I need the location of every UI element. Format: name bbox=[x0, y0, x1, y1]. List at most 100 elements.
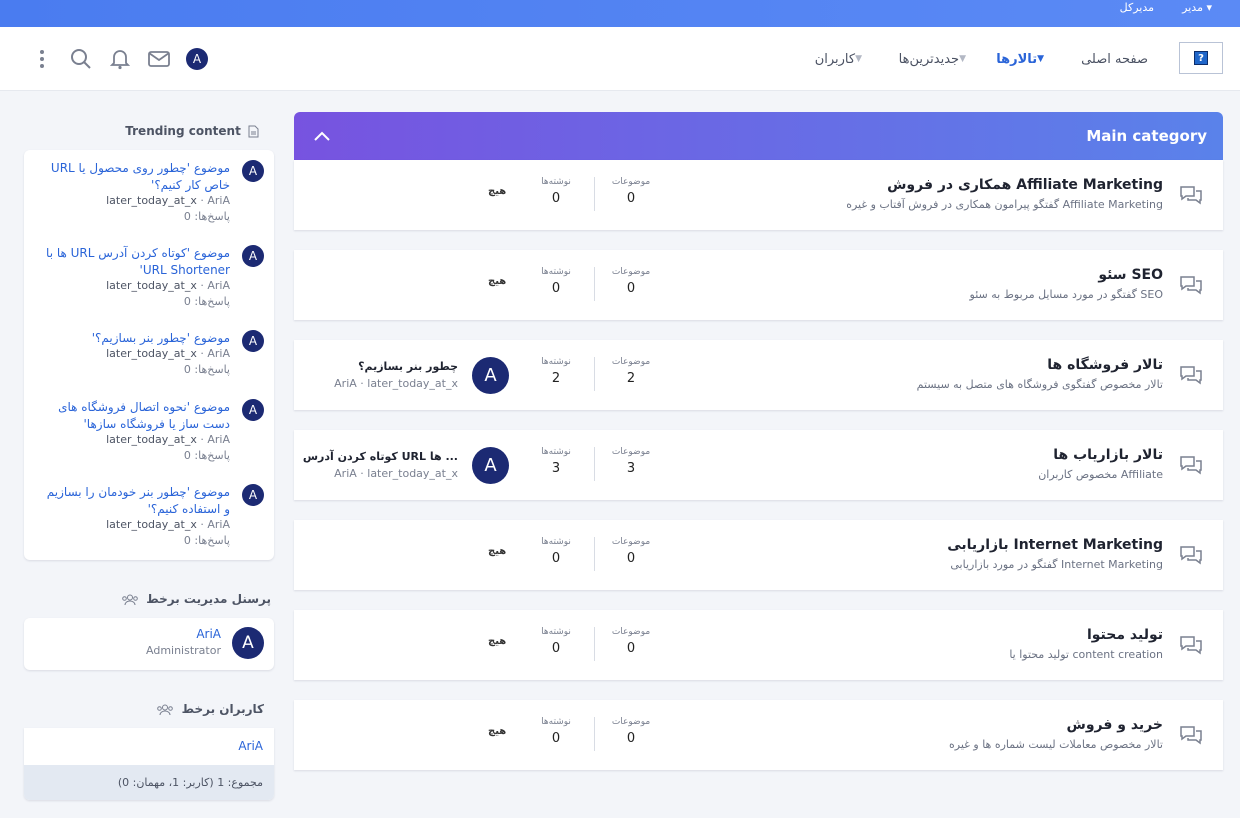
trending-time: later_today_at_x bbox=[106, 194, 197, 207]
chevron-down-icon[interactable]: ▼ bbox=[959, 54, 966, 64]
posts-label: نوشته‌ها bbox=[541, 717, 571, 727]
last-post-title-link[interactable]: چطور بنر بسازیم؟ bbox=[358, 360, 458, 373]
bell-icon[interactable] bbox=[108, 47, 132, 71]
forum-row[interactable]: تالار فروشگاه ها تالار مخصوص گفتگوی فروشگ… bbox=[294, 340, 1223, 410]
posts-label: نوشته‌ها bbox=[541, 177, 571, 187]
posts-stat: نوشته‌ها 0 bbox=[521, 627, 591, 656]
trending-author[interactable]: AriA bbox=[207, 194, 230, 207]
forum-row[interactable]: تولید محتوا تولید محتوا یا content creati… bbox=[294, 610, 1223, 680]
forum-row[interactable]: سئو SEO گفتگو در مورد مسایل مربوط به سئو … bbox=[294, 250, 1223, 320]
divider bbox=[594, 177, 595, 211]
staff-avatar[interactable]: A bbox=[232, 627, 264, 659]
search-icon[interactable] bbox=[69, 47, 93, 71]
nav-home[interactable]: صفحه اصلی bbox=[1081, 27, 1148, 91]
last-post-none: هیچ bbox=[488, 186, 507, 197]
trending-replies: پاسخ‌ها: 0 bbox=[183, 534, 230, 547]
chevron-up-icon[interactable] bbox=[312, 126, 332, 146]
posts-stat: نوشته‌ها 2 bbox=[521, 357, 591, 386]
users-icon bbox=[122, 594, 138, 605]
chevron-down-icon[interactable]: ▼ bbox=[855, 54, 862, 64]
posts-count: 0 bbox=[551, 641, 561, 656]
trending-author[interactable]: AriA bbox=[207, 518, 230, 531]
posts-label: نوشته‌ها bbox=[541, 627, 571, 637]
staff-title: پرسنل مدیریت برخط bbox=[146, 592, 271, 606]
posts-stat: نوشته‌ها 3 bbox=[521, 447, 591, 476]
trending-avatar[interactable]: A bbox=[242, 160, 264, 182]
topics-stat: موضوعات 0 bbox=[596, 177, 666, 206]
trending-title-link[interactable]: موضوع 'چطور بنر خودمان را بسازیم و استفا… bbox=[40, 484, 230, 518]
user-menu-link[interactable]: مدیرکل bbox=[1120, 0, 1154, 16]
site-logo[interactable]: ? bbox=[1179, 42, 1223, 74]
forum-row[interactable]: همکاری در فروش Affiliate Marketing گفتگو … bbox=[294, 160, 1223, 230]
trending-author[interactable]: AriA bbox=[207, 347, 230, 360]
site-header: ? صفحه اصلی تالارها ▼ جدیدترین‌ها ▼ کارب… bbox=[0, 27, 1240, 91]
forum-row[interactable]: خرید و فروش تالار مخصوص معاملات لیست شمار… bbox=[294, 700, 1223, 770]
trending-avatar[interactable]: A bbox=[242, 330, 264, 352]
chat-bubbles-icon bbox=[1179, 544, 1203, 566]
topics-stat: موضوعات 0 bbox=[596, 627, 666, 656]
main-column: Main category bbox=[294, 112, 1223, 160]
forum-description: تالار مخصوص معاملات لیست شماره ها و غیره bbox=[948, 738, 1163, 751]
chat-bubbles-icon bbox=[1179, 184, 1203, 206]
nav-whats-new-label: جدیدترین‌ها bbox=[898, 51, 960, 67]
forum-title-link[interactable]: همکاری در فروش Affiliate Marketing bbox=[887, 177, 1163, 193]
last-post-avatar[interactable]: A bbox=[472, 447, 509, 484]
document-icon bbox=[248, 125, 259, 138]
trending-author[interactable]: AriA bbox=[207, 433, 230, 446]
chat-bubbles-icon bbox=[1179, 634, 1203, 656]
forum-title-link[interactable]: سئو SEO bbox=[1098, 267, 1163, 283]
posts-label: نوشته‌ها bbox=[541, 537, 571, 547]
chevron-down-icon[interactable]: ▼ bbox=[1037, 54, 1044, 64]
posts-stat: نوشته‌ها 0 bbox=[521, 717, 591, 746]
trending-author[interactable]: AriA bbox=[207, 279, 230, 292]
header-actions: A bbox=[30, 44, 208, 74]
forum-title-link[interactable]: تالار فروشگاه ها bbox=[1047, 357, 1163, 373]
nav-whats-new[interactable]: جدیدترین‌ها ▼ bbox=[899, 27, 974, 91]
admin-dropdown[interactable]: مدیر ▾ bbox=[1182, 0, 1212, 16]
posts-label: نوشته‌ها bbox=[541, 447, 571, 457]
staff-role: Administrator bbox=[146, 644, 221, 657]
mail-icon[interactable] bbox=[147, 47, 171, 71]
trending-replies: پاسخ‌ها: 0 bbox=[183, 210, 230, 223]
topics-stat: موضوعات 0 bbox=[596, 717, 666, 746]
last-post-title-link[interactable]: کوتاه کردن آدرس URL ها ... bbox=[303, 450, 458, 463]
trending-title-link[interactable]: موضوع 'چطور بنر بسازیم؟' bbox=[40, 330, 230, 347]
chat-bubbles-icon bbox=[1179, 724, 1203, 746]
topics-count: 0 bbox=[626, 281, 636, 296]
forum-row[interactable]: تالار بازاریاب ها مخصوص کاربران Affiliate… bbox=[294, 430, 1223, 500]
staff-heading: پرسنل مدیریت برخط bbox=[121, 592, 271, 606]
trending-title-link[interactable]: موضوع 'نحوه اتصال فروشگاه های دست ساز یا… bbox=[40, 399, 230, 433]
forum-title-link[interactable]: بازاریابی Internet Marketing bbox=[947, 537, 1163, 553]
topics-stat: موضوعات 2 bbox=[596, 357, 666, 386]
topics-stat: موضوعات 0 bbox=[596, 537, 666, 566]
trending-avatar[interactable]: A bbox=[242, 484, 264, 506]
posts-count: 0 bbox=[551, 191, 561, 206]
forum-description: تالار مخصوص گفتگوی فروشگاه های متصل به س… bbox=[916, 378, 1163, 391]
more-vertical-icon[interactable] bbox=[30, 47, 54, 71]
category-header[interactable]: Main category bbox=[294, 112, 1223, 160]
forum-title-link[interactable]: تولید محتوا bbox=[1087, 627, 1163, 643]
forum-title-link[interactable]: خرید و فروش bbox=[1067, 717, 1164, 733]
topics-label: موضوعات bbox=[611, 267, 651, 277]
posts-count: 3 bbox=[551, 461, 561, 476]
staff-name-link[interactable]: AriA bbox=[196, 627, 221, 641]
divider bbox=[594, 357, 595, 391]
topics-count: 0 bbox=[626, 731, 636, 746]
forum-description: تولید محتوا یا content creation bbox=[1009, 648, 1163, 661]
trending-title-link[interactable]: موضوع 'چطور روی محصول یا URL خاص کار کنی… bbox=[40, 160, 230, 194]
forum-title-link[interactable]: تالار بازاریاب ها bbox=[1053, 447, 1163, 463]
online-user-link[interactable]: AriA bbox=[238, 739, 263, 753]
trending-avatar[interactable]: A bbox=[242, 399, 264, 421]
topics-label: موضوعات bbox=[611, 537, 651, 547]
last-post-avatar[interactable]: A bbox=[472, 357, 509, 394]
forum-row[interactable]: بازاریابی Internet Marketing گفتگو در مور… bbox=[294, 520, 1223, 590]
nav-members[interactable]: کاربران ▼ bbox=[815, 27, 870, 91]
posts-stat: نوشته‌ها 0 bbox=[521, 537, 591, 566]
posts-stat: نوشته‌ها 0 bbox=[521, 177, 591, 206]
trending-avatar[interactable]: A bbox=[242, 245, 264, 267]
nav-forums[interactable]: تالارها ▼ bbox=[996, 27, 1052, 91]
trending-title-link[interactable]: موضوع 'کوتاه کردن آدرس URL ها با URL Sho… bbox=[40, 245, 230, 279]
user-avatar[interactable]: A bbox=[186, 48, 208, 70]
topics-count: 2 bbox=[626, 371, 636, 386]
topics-count: 3 bbox=[626, 461, 636, 476]
